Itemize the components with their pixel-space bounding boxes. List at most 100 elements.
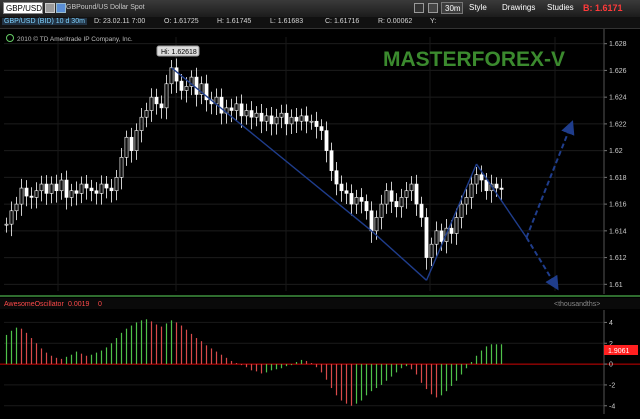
- candle-body: [89, 187, 94, 192]
- candle-body: [414, 183, 419, 205]
- studies-button[interactable]: Studies: [544, 2, 577, 14]
- candle-body: [384, 190, 389, 205]
- osc-tick-label: 4: [609, 320, 613, 327]
- window-icon[interactable]: [414, 3, 424, 13]
- price-tick-label: 1.622: [609, 121, 627, 128]
- candle-body: [139, 116, 144, 131]
- candle-body: [99, 183, 104, 194]
- candle-body: [479, 174, 484, 181]
- candle-body: [194, 76, 199, 95]
- candle-body: [429, 243, 434, 258]
- dropdown-arrow-icon[interactable]: [45, 3, 55, 13]
- grid-icon[interactable]: [428, 3, 438, 13]
- candle-body: [119, 157, 124, 178]
- candle-body: [299, 115, 304, 122]
- candle-body: [374, 217, 379, 232]
- candle-body: [344, 190, 349, 194]
- candle-body: [134, 130, 139, 151]
- candle-body: [339, 183, 344, 192]
- candle-body: [54, 183, 59, 192]
- candle-body: [349, 193, 354, 205]
- candle-body: [94, 190, 99, 194]
- timeframe-button[interactable]: 30m: [441, 2, 463, 14]
- oscillator-extra: 0: [98, 301, 102, 308]
- osc-current-label: 1.9061: [608, 348, 630, 355]
- candle-body: [379, 203, 384, 218]
- candle-body: [279, 112, 284, 118]
- candle-body: [314, 120, 319, 127]
- candle-body: [74, 190, 79, 194]
- candle-body: [29, 195, 34, 198]
- candle-body: [474, 174, 479, 185]
- price-tick-label: 1.628: [609, 41, 627, 48]
- info-y: Y:: [430, 18, 437, 25]
- candle-body: [269, 115, 274, 125]
- candle-body: [229, 107, 234, 111]
- candle-body: [494, 183, 499, 189]
- oscillator-name[interactable]: AwesomeOscillator: [4, 301, 64, 308]
- candle-body: [174, 67, 179, 82]
- pattern-line: [171, 67, 372, 232]
- info-close: C: 1.61716: [325, 18, 360, 25]
- drawings-button[interactable]: Drawings: [499, 2, 538, 14]
- candle-body: [394, 201, 399, 208]
- candle-body: [359, 197, 364, 202]
- candle-body: [409, 183, 414, 192]
- info-bar: GBP/USD (BID) 10 d 30m D: 23.02.11 7:00 …: [0, 17, 640, 29]
- candle-body: [364, 201, 369, 212]
- candle-body: [104, 183, 109, 189]
- link-icon[interactable]: [56, 3, 66, 13]
- symbol-input[interactable]: GBP/USD: [3, 2, 43, 14]
- candle-body: [129, 136, 134, 151]
- candle-body: [154, 96, 159, 105]
- candle-body: [39, 183, 44, 192]
- candle-body: [464, 197, 469, 205]
- candle-body: [334, 170, 339, 185]
- candle-body: [284, 112, 289, 125]
- style-button[interactable]: Style: [466, 2, 490, 14]
- candle-body: [319, 126, 324, 131]
- candle-body: [84, 183, 89, 189]
- price-tick-label: 1.626: [609, 68, 627, 75]
- price-tick-label: 1.61: [609, 282, 623, 289]
- candle-body: [109, 187, 114, 192]
- candle-body: [424, 217, 429, 258]
- candle-body: [244, 110, 249, 117]
- candle-body: [484, 179, 489, 192]
- candle-body: [239, 103, 244, 117]
- candle-body: [19, 187, 24, 205]
- candle-body: [459, 203, 464, 218]
- candle-body: [264, 115, 269, 122]
- watermark-text: MASTERFOREX-V: [383, 48, 565, 71]
- candle-body: [179, 80, 184, 91]
- price-tick-label: 1.62: [609, 148, 623, 155]
- price-tick-label: 1.624: [609, 95, 627, 102]
- candle-body: [9, 210, 14, 225]
- info-low: L: 1.61683: [270, 18, 304, 25]
- candle-body: [234, 103, 239, 111]
- price-chart[interactable]: 1.6281.6261.6241.6221.621.6181.6161.6141…: [0, 29, 640, 414]
- candle-body: [259, 112, 264, 122]
- price-tick-label: 1.612: [609, 255, 627, 262]
- candle-body: [434, 230, 439, 245]
- candle-body: [169, 67, 174, 85]
- chart-area[interactable]: 1.628 1.626 1.624 1.622 1.62 1.618 1.616 1.614 1…: [0, 29, 640, 414]
- candle-body: [14, 203, 19, 212]
- candle-body: [59, 179, 64, 192]
- candle-body: [159, 103, 164, 109]
- candle-body: [274, 116, 279, 125]
- info-high: H: 1.61745: [217, 18, 252, 25]
- pattern-line: [371, 230, 427, 281]
- symbol-description: GBPound/US Dollar Spot: [66, 4, 145, 11]
- candle-body: [24, 187, 29, 197]
- projection-arrow: [525, 237, 559, 291]
- candle-body: [64, 179, 69, 198]
- candle-body: [469, 183, 474, 198]
- candle-body: [219, 96, 224, 114]
- candle-body: [399, 197, 404, 208]
- candle-body: [324, 130, 329, 151]
- candle-body: [294, 116, 299, 122]
- hi-callout: Hi: 1.62618: [161, 49, 197, 56]
- candle-body: [34, 190, 39, 198]
- info-open: O: 1.61725: [164, 18, 199, 25]
